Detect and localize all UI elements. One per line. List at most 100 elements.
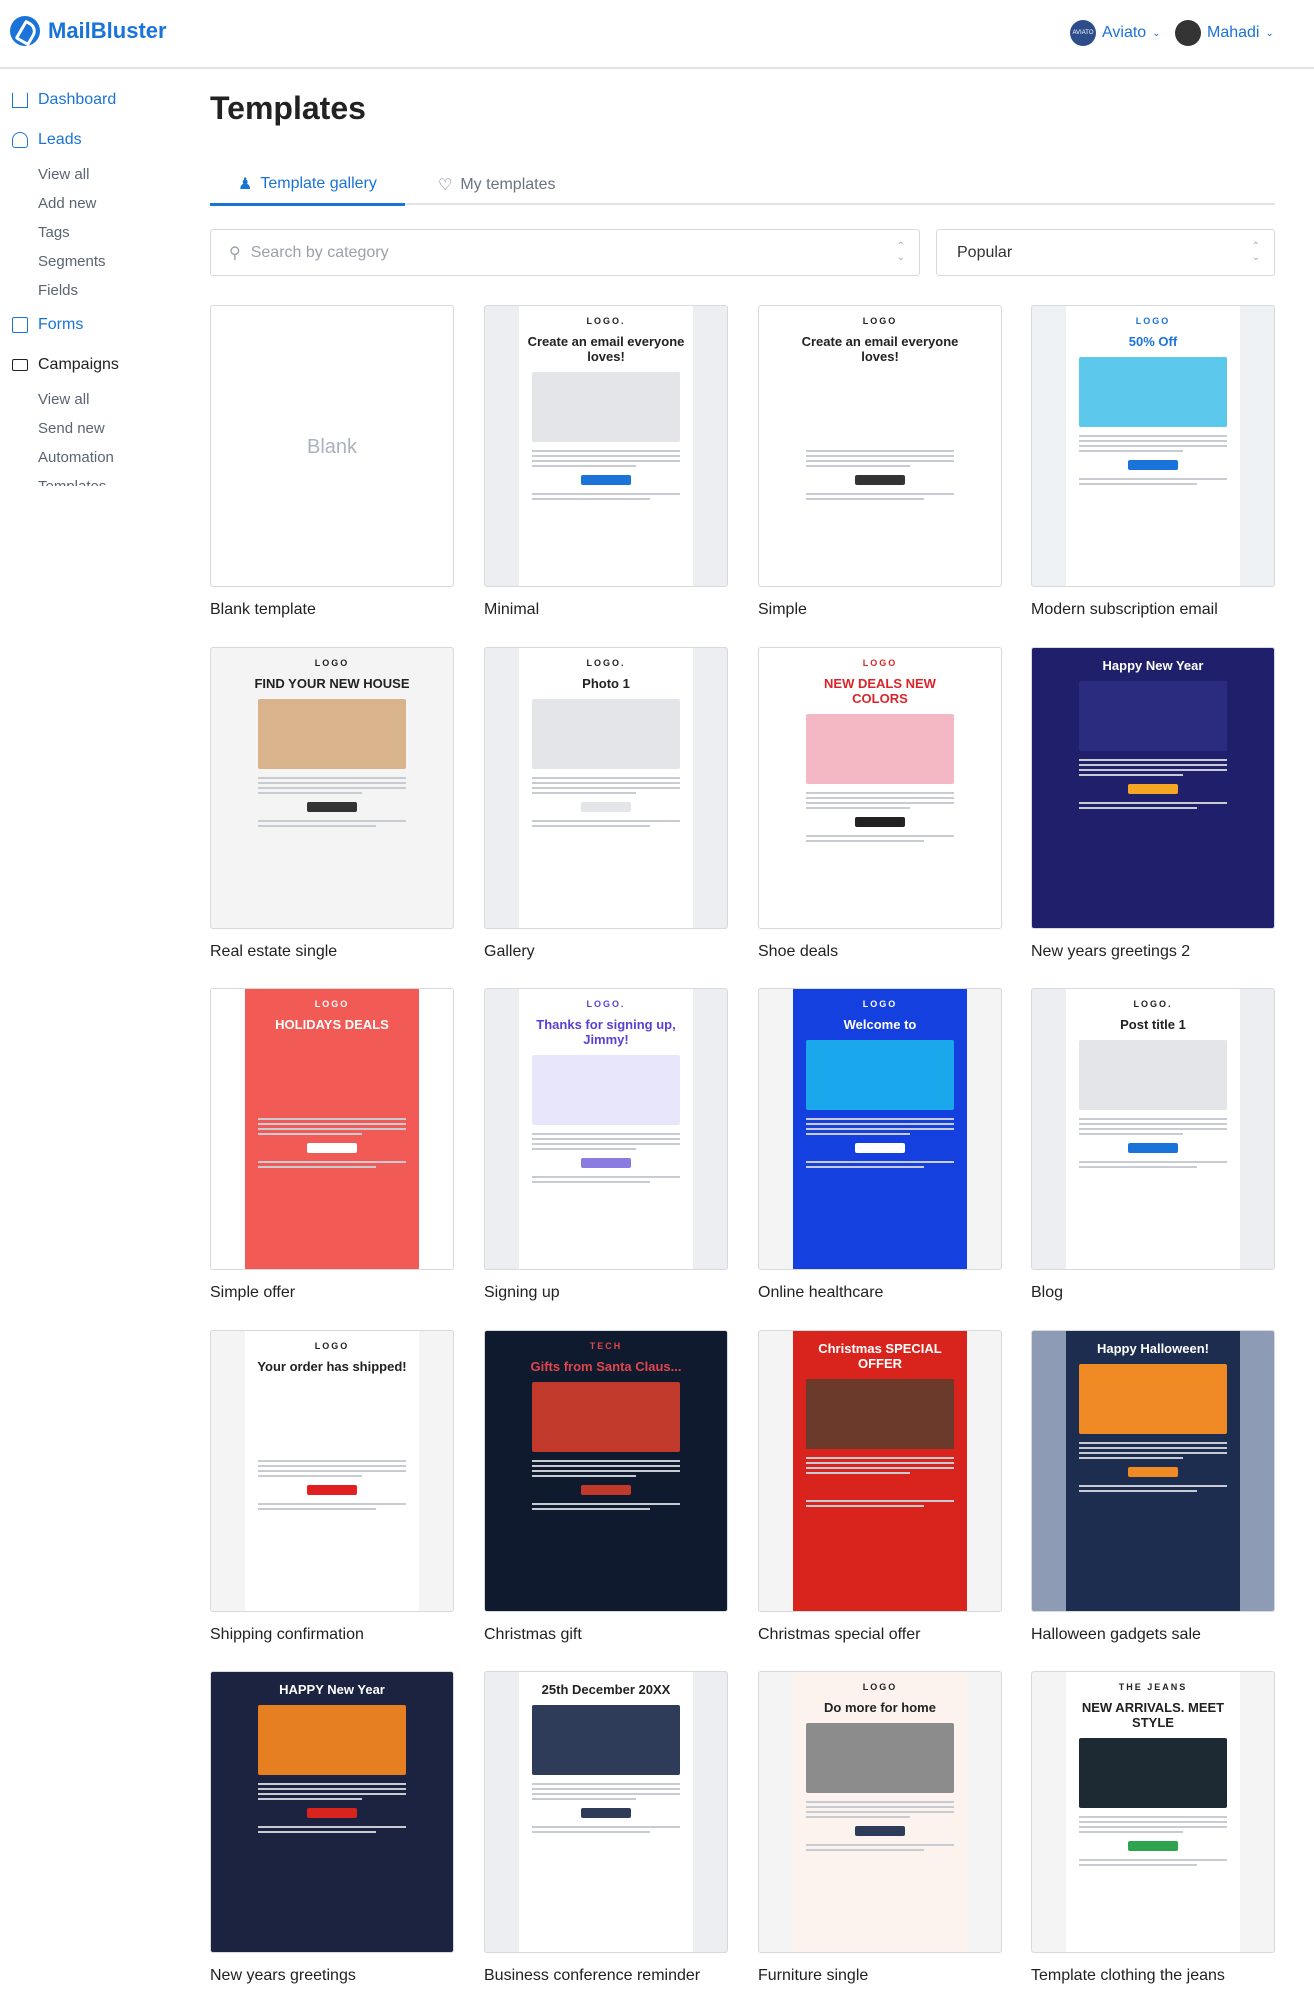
template-preview-email: LOGO Welcome to: [792, 989, 968, 1269]
template-thumbnail[interactable]: TECH Gifts from Santa Claus...: [484, 1330, 728, 1612]
preview-headline: FIND YOUR NEW HOUSE: [254, 676, 410, 691]
account-switcher[interactable]: AVIATO Aviato ⌄: [1070, 20, 1161, 46]
sidebar-subitem-leads-view-all[interactable]: View all: [0, 160, 200, 189]
preview-logo: LOGO: [862, 316, 898, 326]
template-card[interactable]: 25th December 20XX Business conference r…: [484, 1671, 728, 1985]
template-card[interactable]: LOGO. Photo 1 Gallery: [484, 647, 728, 961]
preview-button: [306, 802, 357, 812]
template-name[interactable]: New years greetings 2: [1031, 943, 1275, 961]
template-thumbnail[interactable]: LOGO. Thanks for signing up, Jimmy!: [484, 988, 728, 1270]
template-name[interactable]: Signing up: [484, 1284, 728, 1302]
template-thumbnail[interactable]: Christmas SPECIAL OFFER: [758, 1330, 1002, 1612]
template-thumbnail[interactable]: 25th December 20XX: [484, 1671, 728, 1953]
preview-image: [805, 1379, 955, 1449]
sidebar-subitem-send-new[interactable]: Send new: [0, 414, 200, 443]
template-thumbnail[interactable]: LOGO 50% Off: [1031, 305, 1275, 587]
template-preview-email: LOGO. Thanks for signing up, Jimmy!: [518, 989, 694, 1269]
template-name[interactable]: Halloween gadgets sale: [1031, 1626, 1275, 1644]
sort-select[interactable]: Popular ⌃ ⌄: [936, 229, 1275, 276]
template-card[interactable]: THE JEANS NEW ARRIVALS. MEET STYLE Templ…: [1031, 1671, 1275, 1985]
template-name[interactable]: Christmas gift: [484, 1626, 728, 1644]
template-card[interactable]: LOGO Do more for home Furniture single: [758, 1671, 1002, 1985]
template-thumbnail[interactable]: LOGO FIND YOUR NEW HOUSE: [210, 647, 454, 929]
template-card[interactable]: LOGO Create an email everyone loves! Sim…: [758, 305, 1002, 619]
template-card[interactable]: LOGO Your order has shipped! Shipping co…: [210, 1330, 454, 1644]
sidebar-subitem-automation[interactable]: Automation: [0, 443, 200, 472]
template-name[interactable]: Christmas special offer: [758, 1626, 1002, 1644]
template-thumbnail[interactable]: LOGO. Photo 1: [484, 647, 728, 929]
template-preview-email: LOGO FIND YOUR NEW HOUSE: [244, 648, 420, 928]
template-name[interactable]: Shipping confirmation: [210, 1626, 454, 1644]
tab-template-gallery[interactable]: ♟ Template gallery: [210, 165, 405, 206]
preview-text-lines: [531, 1503, 681, 1510]
mailbluster-logo[interactable]: MailBluster: [10, 16, 167, 46]
template-name[interactable]: Furniture single: [758, 1967, 1002, 1985]
template-thumbnail[interactable]: Blank: [210, 305, 454, 587]
template-card[interactable]: LOGO. Create an email everyone loves! Mi…: [484, 305, 728, 619]
template-thumbnail[interactable]: HAPPY New Year: [210, 1671, 454, 1953]
template-card[interactable]: Blank Blank template: [210, 305, 454, 619]
sidebar-subitem-add-new[interactable]: Add new: [0, 189, 200, 218]
template-thumbnail[interactable]: LOGO Do more for home: [758, 1671, 1002, 1953]
template-name[interactable]: Blank template: [210, 601, 454, 619]
tab-my-templates[interactable]: ♡ My templates: [438, 165, 555, 205]
template-name[interactable]: New years greetings: [210, 1967, 454, 1985]
template-thumbnail[interactable]: Happy New Year: [1031, 647, 1275, 929]
logo-icon: [10, 16, 40, 46]
template-thumbnail[interactable]: LOGO. Create an email everyone loves!: [484, 305, 728, 587]
template-card[interactable]: LOGO 50% Off Modern subscription email: [1031, 305, 1275, 619]
template-thumbnail[interactable]: LOGO NEW DEALS NEW COLORS: [758, 647, 1002, 929]
blank-label: Blank: [306, 436, 358, 458]
preview-text-lines: [531, 820, 681, 827]
template-name[interactable]: Online healthcare: [758, 1284, 1002, 1302]
template-card[interactable]: LOGO Welcome to Online healthcare: [758, 988, 1002, 1302]
template-name[interactable]: Gallery: [484, 943, 728, 961]
template-name[interactable]: Business conference reminder: [484, 1967, 728, 1985]
template-card[interactable]: LOGO. Thanks for signing up, Jimmy! Sign…: [484, 988, 728, 1302]
template-name[interactable]: Real estate single: [210, 943, 454, 961]
template-thumbnail[interactable]: LOGO HOLIDAYS DEALS: [210, 988, 454, 1270]
preview-button: [580, 475, 631, 485]
preview-headline: Christmas SPECIAL OFFER: [818, 1341, 942, 1371]
preview-button: [580, 802, 631, 812]
search-category-input[interactable]: ⚲ Search by category ⌃ ⌄: [210, 229, 920, 276]
template-name[interactable]: Minimal: [484, 601, 728, 619]
sidebar-item-campaigns[interactable]: Campaigns: [0, 345, 200, 385]
template-card[interactable]: LOGO FIND YOUR NEW HOUSE Real estate sin…: [210, 647, 454, 961]
template-name[interactable]: Simple offer: [210, 1284, 454, 1302]
template-name[interactable]: Modern subscription email: [1031, 601, 1275, 619]
preview-text-lines: [257, 1783, 407, 1800]
preview-logo: LOGO.: [586, 999, 626, 1009]
template-name[interactable]: Template clothing the jeans: [1031, 1967, 1275, 1985]
sidebar-item-forms[interactable]: Forms: [0, 305, 200, 345]
template-thumbnail[interactable]: THE JEANS NEW ARRIVALS. MEET STYLE: [1031, 1671, 1275, 1953]
sidebar-subitem-segments[interactable]: Segments: [0, 247, 200, 276]
template-card[interactable]: LOGO NEW DEALS NEW COLORS Shoe deals: [758, 647, 1002, 961]
template-card[interactable]: Happy Halloween! Halloween gadgets sale: [1031, 1330, 1275, 1644]
sidebar-subitem-templates[interactable]: Templates: [0, 472, 200, 486]
preview-image: [531, 699, 681, 769]
preview-text-lines: [805, 493, 955, 500]
template-card[interactable]: Christmas SPECIAL OFFER Christmas specia…: [758, 1330, 1002, 1644]
sidebar-subitem-tags[interactable]: Tags: [0, 218, 200, 247]
template-card[interactable]: LOGO. Post title 1 Blog: [1031, 988, 1275, 1302]
template-card[interactable]: LOGO HOLIDAYS DEALS Simple offer: [210, 988, 454, 1302]
template-thumbnail[interactable]: LOGO Welcome to: [758, 988, 1002, 1270]
template-name[interactable]: Simple: [758, 601, 1002, 619]
user-menu[interactable]: Mahadi ⌄: [1175, 20, 1274, 46]
template-name[interactable]: Blog: [1031, 1284, 1275, 1302]
template-thumbnail[interactable]: LOGO. Post title 1: [1031, 988, 1275, 1270]
template-name[interactable]: Shoe deals: [758, 943, 1002, 961]
template-thumbnail[interactable]: Happy Halloween!: [1031, 1330, 1275, 1612]
sidebar-subitem-fields[interactable]: Fields: [0, 276, 200, 305]
tab-label: Template gallery: [260, 175, 377, 192]
sidebar-item-leads[interactable]: Leads: [0, 120, 200, 160]
sidebar-item-dashboard[interactable]: Dashboard: [0, 80, 200, 120]
template-card[interactable]: TECH Gifts from Santa Claus... Christmas…: [484, 1330, 728, 1644]
template-card[interactable]: Happy New Year New years greetings 2: [1031, 647, 1275, 961]
template-thumbnail[interactable]: LOGO Your order has shipped!: [210, 1330, 454, 1612]
preview-headline: Photo 1: [582, 676, 630, 691]
template-thumbnail[interactable]: LOGO Create an email everyone loves!: [758, 305, 1002, 587]
sidebar-subitem-campaigns-view-all[interactable]: View all: [0, 385, 200, 414]
template-card[interactable]: HAPPY New Year New years greetings: [210, 1671, 454, 1985]
